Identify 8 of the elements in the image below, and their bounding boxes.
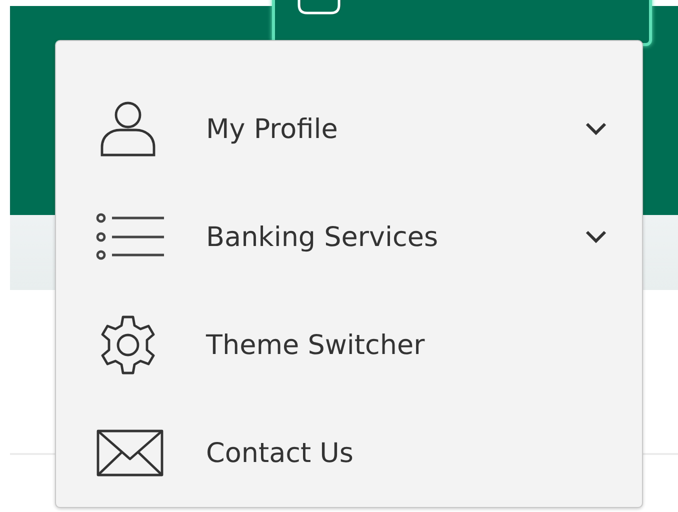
menu-item[interactable]: Banking Services	[206, 222, 584, 252]
chevron-down-icon[interactable]	[584, 121, 608, 137]
list-icon	[96, 212, 166, 262]
menu-item[interactable]: Contact Us	[206, 438, 608, 468]
menu-item[interactable]: Theme Switcher	[206, 330, 608, 360]
mail-icon	[96, 429, 164, 477]
chevron-down-icon[interactable]	[584, 229, 608, 245]
menu-item[interactable]: My Profile	[206, 114, 584, 144]
